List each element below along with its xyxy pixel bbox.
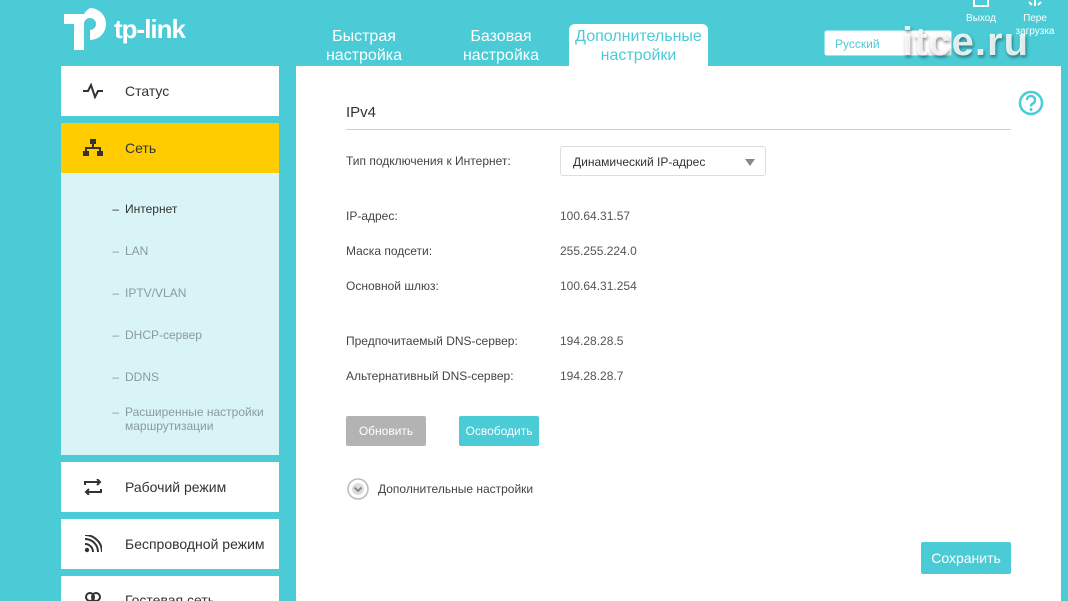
submenu-item-label: LAN <box>125 244 149 258</box>
submenu-item-label: Интернет <box>125 202 178 216</box>
dash-icon: – <box>112 202 119 216</box>
sidebar-item-network[interactable]: Сеть <box>61 123 279 173</box>
ip-address-value: 100.64.31.57 <box>560 209 631 223</box>
dash-icon: – <box>112 405 119 419</box>
section-title: IPv4 <box>346 104 377 121</box>
sidebar-item-operation-mode[interactable]: Рабочий режим <box>61 462 279 512</box>
gateway-label: Основной шлюз: <box>346 279 439 293</box>
reboot-icon <box>1028 0 1042 6</box>
sidebar-item-label: Статус <box>125 83 170 99</box>
save-button[interactable]: Сохранить <box>921 542 1011 574</box>
submenu-item-internet[interactable]: – Интернет <box>61 202 177 216</box>
submenu-item-label: IPTV/VLAN <box>125 286 187 300</box>
ip-address-label: IP-адрес: <box>346 209 398 223</box>
tp-link-logo: tp-link <box>60 4 186 54</box>
advanced-settings-label: Дополнительные настройки <box>378 482 534 496</box>
dash-icon: – <box>112 370 119 384</box>
tab-basic[interactable]: Базовая настройка <box>446 24 556 66</box>
chevron-circle-down-icon <box>347 478 369 500</box>
submenu-item-routing[interactable]: – Расширенные настройки маршрутизации <box>61 405 270 433</box>
submenu-item-lan[interactable]: – LAN <box>61 244 148 258</box>
wireless-icon <box>61 535 125 553</box>
secondary-dns-label: Альтернативный DNS-сервер: <box>346 369 514 383</box>
renew-button[interactable]: Обновить <box>346 416 426 446</box>
release-button[interactable]: Освободить <box>459 416 539 446</box>
pulse-icon <box>61 83 125 99</box>
submenu-item-label: Расширенные настройки маршрутизации <box>125 405 264 433</box>
subnet-mask-label: Маска подсети: <box>346 244 433 258</box>
submenu-item-label: DHCP-сервер <box>125 328 202 342</box>
sidebar-item-label: Сеть <box>125 140 157 156</box>
dash-icon: – <box>112 244 119 258</box>
logout-icon <box>973 0 989 7</box>
primary-dns-label: Предпочитаемый DNS-сервер: <box>346 334 518 348</box>
help-icon[interactable] <box>1018 90 1044 121</box>
logo-text: tp-link <box>114 13 186 44</box>
sidebar-item-label: Беспроводной режим <box>125 536 265 552</box>
network-icon <box>61 139 125 157</box>
secondary-dns-value: 194.28.28.7 <box>560 369 624 383</box>
submenu-item-ddns[interactable]: – DDNS <box>61 370 159 384</box>
main-panel: IPv4 Тип подключения к Интернет: Динамич… <box>296 66 1061 601</box>
advanced-settings-toggle[interactable]: Дополнительные настройки <box>346 477 533 501</box>
sidebar-item-wireless[interactable]: Беспроводной режим <box>61 519 279 569</box>
connection-type-label: Тип подключения к Интернет: <box>346 154 511 168</box>
submenu-item-dhcp[interactable]: – DHCP-сервер <box>61 328 202 342</box>
dash-icon: – <box>112 328 119 342</box>
sidebar-item-status[interactable]: Статус <box>61 66 279 116</box>
guest-network-icon <box>61 592 125 601</box>
gateway-value: 100.64.31.254 <box>560 279 637 293</box>
submenu-item-label: DDNS <box>125 370 160 384</box>
submenu-item-iptv-vlan[interactable]: – IPTV/VLAN <box>61 286 186 300</box>
sidebar-item-guest-network[interactable]: Гостевая сеть <box>61 576 279 601</box>
tab-advanced[interactable]: Дополнительные настройки <box>569 24 708 66</box>
network-submenu: – Интернет – LAN – IPTV/VLAN – DHCP-серв… <box>61 173 279 455</box>
title-divider <box>346 129 1011 130</box>
connection-type-select[interactable]: Динамический IP-адрес <box>560 146 766 176</box>
sidebar-item-label: Гостевая сеть <box>125 592 216 601</box>
mode-switch-icon <box>61 479 125 495</box>
tab-quick-setup[interactable]: Быстрая настройка <box>310 24 418 66</box>
subnet-mask-value: 255.255.224.0 <box>560 244 637 258</box>
connection-type-value: Динамический IP-адрес <box>573 155 706 169</box>
dash-icon: – <box>112 286 119 300</box>
primary-dns-value: 194.28.28.5 <box>560 334 624 348</box>
sidebar-item-label: Рабочий режим <box>125 479 227 495</box>
logo-mark-icon <box>60 4 110 54</box>
watermark: itce.ru <box>902 20 1030 64</box>
chevron-down-icon <box>745 159 755 166</box>
